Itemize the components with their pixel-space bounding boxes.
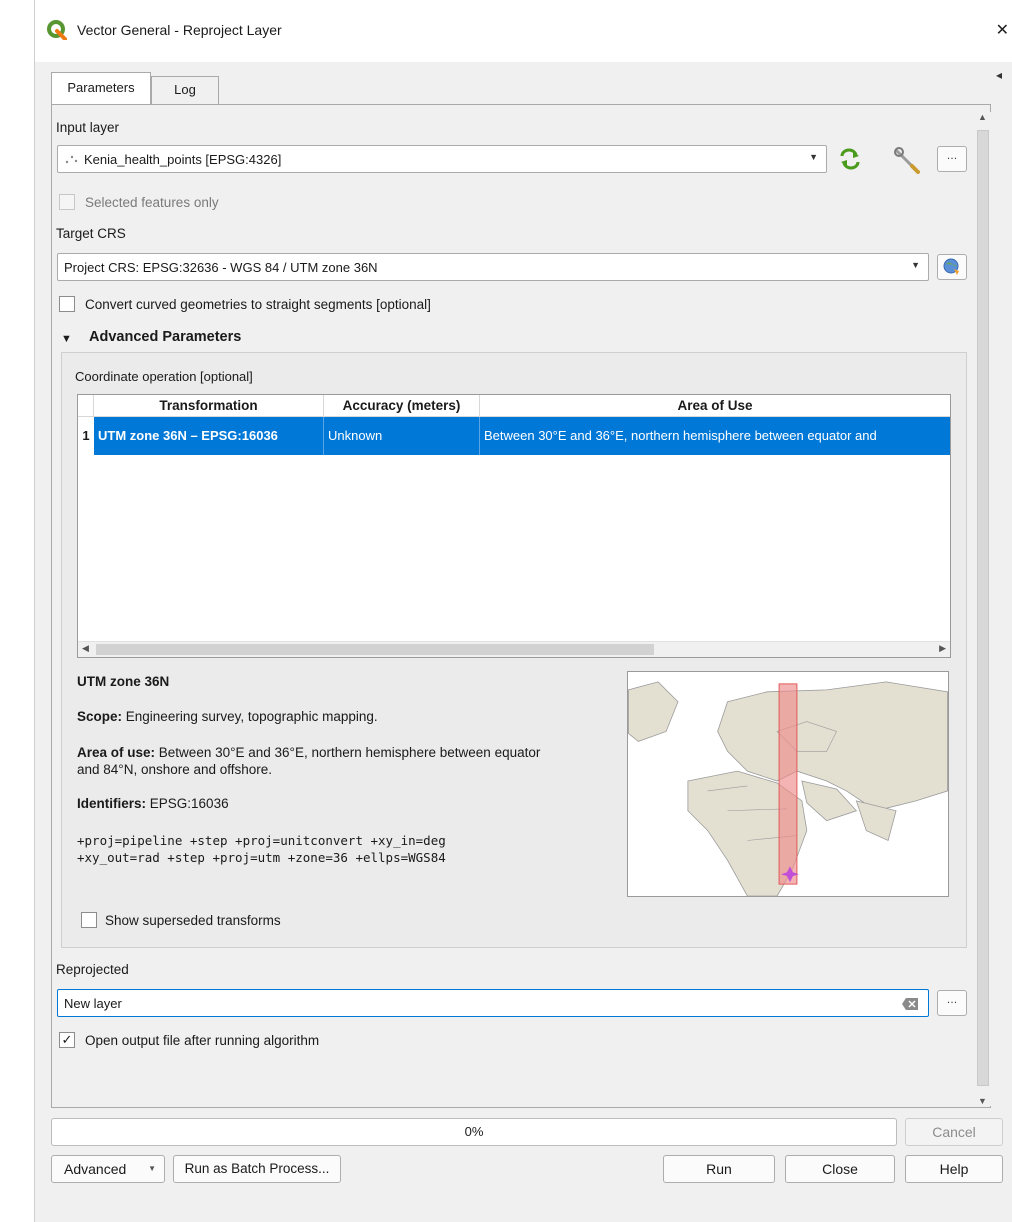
run-batch-label: Run as Batch Process... [184, 1161, 330, 1176]
scroll-left-icon[interactable]: ◀ [82, 643, 89, 654]
identifiers-label: Identifiers: [77, 796, 147, 811]
cell-transformation: UTM zone 36N – EPSG:16036 [94, 417, 324, 455]
progress-text: 0% [464, 1124, 484, 1139]
scope-value: Engineering survey, topographic mapping. [125, 709, 378, 724]
output-browse-label: … [946, 994, 958, 1006]
scroll-up-icon[interactable]: ▲ [978, 112, 987, 122]
scope-label: Scope: [77, 709, 123, 724]
convert-curved-label: Convert curved geometries to straight se… [85, 297, 431, 312]
tab-log[interactable]: Log [151, 76, 219, 104]
coordinate-operation-label: Coordinate operation [optional] [75, 369, 253, 384]
tab-log-label: Log [174, 82, 196, 97]
iterate-icon[interactable] [837, 148, 863, 170]
advanced-menu-button[interactable]: Advanced ▼ [51, 1155, 165, 1183]
browse-label: … [946, 150, 958, 162]
identifiers-value: EPSG:16036 [149, 796, 229, 811]
cancel-button[interactable]: Cancel [905, 1118, 1003, 1146]
table-horizontal-scrollbar[interactable]: ◀ ▶ [78, 641, 950, 657]
collapse-triangle-icon[interactable]: ▼ [61, 333, 72, 345]
area-value-1: Between 30°E and 36°E, northern hemisphe… [158, 745, 541, 760]
advanced-parameters-toggle[interactable]: Advanced Parameters [89, 329, 241, 345]
run-label: Run [706, 1161, 732, 1177]
h-scrollbar-thumb[interactable] [96, 644, 654, 655]
proj-line-2: +xy_out=rad +step +proj=utm +zone=36 +el… [77, 850, 446, 865]
convert-curved-checkbox[interactable] [59, 296, 75, 312]
target-crs-value: Project CRS: EPSG:32636 - WGS 84 / UTM z… [64, 260, 378, 275]
scope-text: Scope: Engineering survey, topographic m… [77, 709, 378, 724]
scroll-down-icon[interactable]: ▼ [978, 1096, 987, 1106]
point-layer-icon [65, 155, 78, 164]
scrollbar-thumb[interactable] [977, 130, 989, 1086]
area-value-2: and 84°N, onshore and offshore. [77, 762, 273, 777]
title-bar: Vector General - Reproject Layer ✕ [35, 0, 1012, 62]
select-crs-button[interactable] [937, 254, 967, 280]
wrench-icon[interactable] [891, 145, 921, 175]
close-window-button[interactable]: ✕ [996, 20, 1009, 40]
row-number: 1 [78, 417, 94, 455]
input-layer-label: Input layer [56, 120, 120, 135]
selected-features-checkbox[interactable] [59, 194, 75, 210]
area-label: Area of use: [77, 745, 156, 760]
cell-area-of-use: Between 30°E and 36°E, northern hemisphe… [484, 428, 877, 443]
selected-features-label: Selected features only [85, 195, 219, 210]
window-title: Vector General - Reproject Layer [77, 22, 282, 38]
cancel-label: Cancel [932, 1124, 976, 1140]
proj-line-1: +proj=pipeline +step +proj=unitconvert +… [77, 833, 446, 848]
transformations-table[interactable]: Transformation Accuracy (meters) Area of… [77, 394, 951, 658]
run-button[interactable]: Run [663, 1155, 775, 1183]
open-output-label: Open output file after running algorithm [85, 1033, 320, 1048]
help-button[interactable]: Help [905, 1155, 1003, 1183]
dialog-window: Vector General - Reproject Layer ✕ ◂ Par… [34, 0, 1012, 1222]
collapse-panel-icon[interactable]: ◂ [996, 68, 1002, 82]
scroll-right-icon[interactable]: ▶ [939, 643, 946, 654]
help-label: Help [939, 1161, 969, 1177]
output-destination-value: New layer [64, 996, 122, 1011]
target-crs-label: Target CRS [56, 226, 126, 241]
show-superseded-checkbox[interactable] [81, 912, 97, 928]
area-of-use-text: Area of use: Between 30°E and 36°E, nort… [77, 744, 540, 778]
area-of-use-map [627, 671, 949, 897]
close-button[interactable]: Close [785, 1155, 895, 1183]
output-destination-field[interactable]: New layer [57, 989, 929, 1017]
qgis-logo-icon [47, 20, 67, 40]
chevron-down-icon: ▼ [148, 1164, 156, 1173]
column-header-accuracy[interactable]: Accuracy (meters) [324, 395, 480, 417]
input-layer-combo[interactable]: Kenia_health_points [EPSG:4326] ▼ [57, 145, 827, 173]
column-header-area-of-use[interactable]: Area of Use [480, 395, 950, 417]
table-corner [78, 395, 94, 417]
input-layer-value: Kenia_health_points [EPSG:4326] [84, 152, 282, 167]
identifiers-text: Identifiers: EPSG:16036 [77, 796, 229, 811]
panel-scrollbar[interactable]: ▲ ▼ [975, 112, 991, 1106]
globe-crs-icon [943, 258, 959, 275]
reprojected-label: Reprojected [56, 962, 129, 977]
target-crs-combo[interactable]: Project CRS: EPSG:32636 - WGS 84 / UTM z… [57, 253, 929, 281]
table-row[interactable]: UTM zone 36N – EPSG:16036 Unknown Betwee… [94, 417, 950, 455]
tab-parameters[interactable]: Parameters [51, 72, 151, 105]
close-label: Close [822, 1161, 858, 1177]
chevron-down-icon: ▼ [809, 152, 818, 162]
proj-string: +proj=pipeline +step +proj=unitconvert +… [77, 832, 446, 866]
tab-parameters-label: Parameters [67, 80, 135, 95]
input-layer-browse-button[interactable]: … [937, 146, 967, 172]
transform-name: UTM zone 36N [77, 674, 170, 689]
output-browse-button[interactable]: … [937, 990, 967, 1016]
cell-accuracy: Unknown [324, 417, 480, 455]
advanced-button-label: Advanced [64, 1161, 127, 1177]
column-header-transformation[interactable]: Transformation [94, 395, 324, 417]
show-superseded-label: Show superseded transforms [105, 913, 281, 928]
progress-bar: 0% [51, 1118, 897, 1146]
run-batch-button[interactable]: Run as Batch Process... [173, 1155, 341, 1183]
chevron-down-icon: ▼ [911, 260, 920, 270]
open-output-checkbox[interactable]: ✓ [59, 1032, 75, 1048]
clear-field-icon[interactable] [902, 998, 918, 1010]
